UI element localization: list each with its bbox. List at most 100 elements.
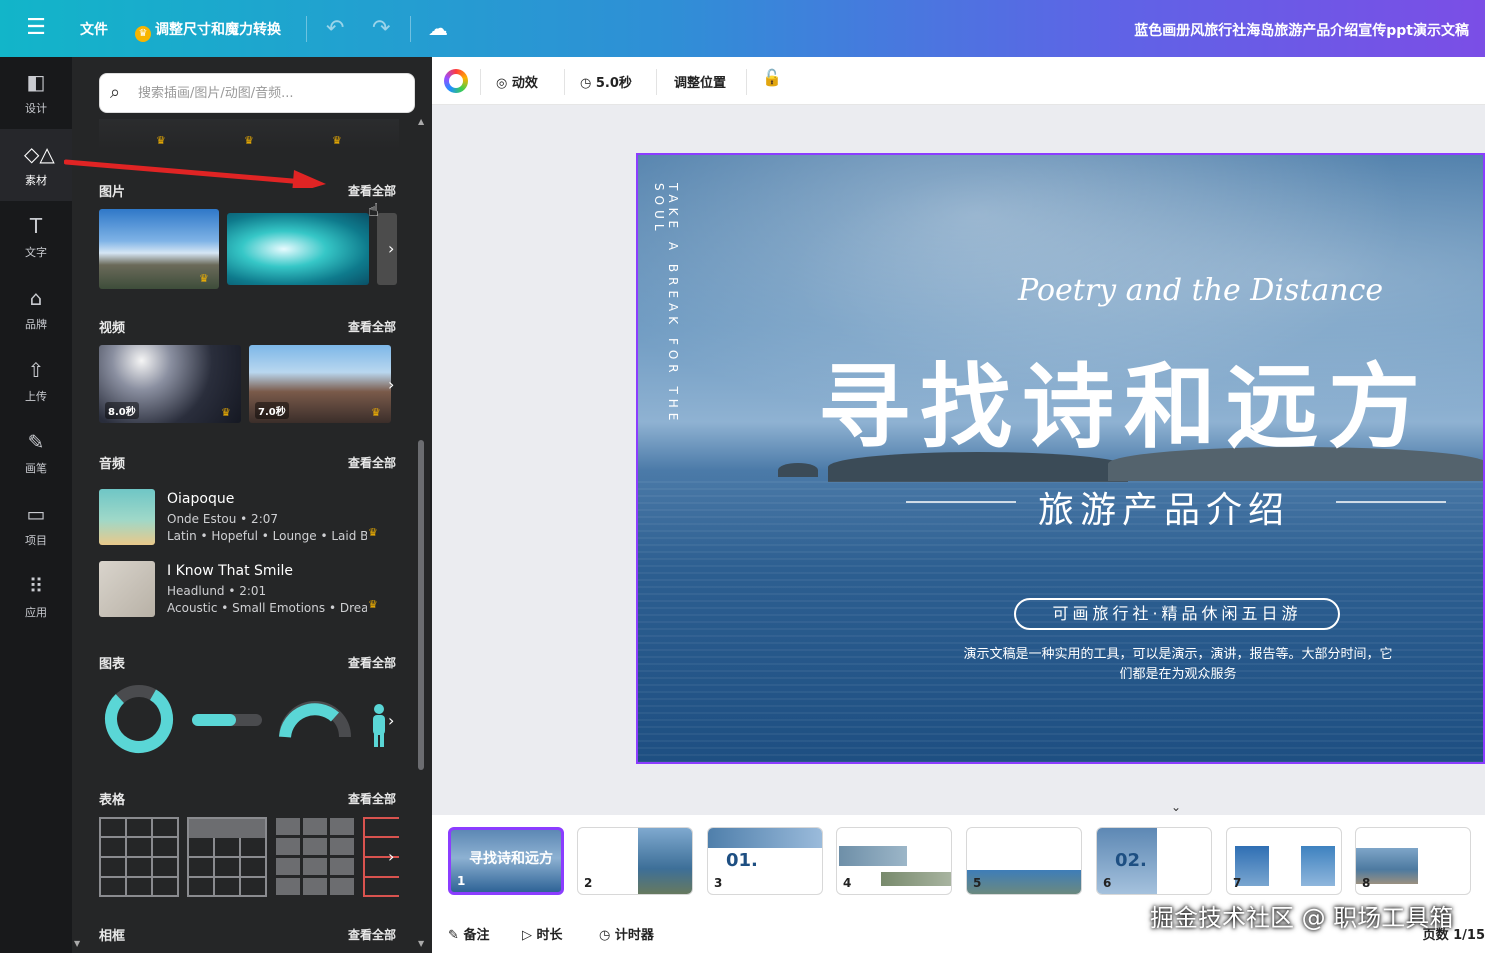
side-rail: ◧ 设计 ◇△ 素材 T 文字 ⌂ 品牌 ⇧ 上传 ✎ 画笔 ▭ 项目 ⠿ 应用	[0, 57, 72, 953]
apps-icon: ⠿	[28, 574, 44, 598]
script-title[interactable]: Poetry and the Distance	[1018, 273, 1383, 308]
rail-item-upload[interactable]: ⇧ 上传	[0, 345, 72, 417]
app-window: ☰ 文件 ♛ 调整尺寸和魔力转换 ↶ ↷ ☁ 蓝色画册风旅行社海岛旅游产品介绍宣传…	[0, 0, 1485, 953]
file-menu-button[interactable]: 文件	[80, 19, 108, 39]
video-thumbnail-pingpong[interactable]: 8.0秒 ♛	[99, 345, 241, 423]
see-all-charts-link[interactable]: 查看全部	[348, 654, 396, 671]
audio-tags: Acoustic • Small Emotions • Dream	[167, 601, 367, 615]
table-element-blocks[interactable]	[276, 818, 354, 895]
rail-label: 文字	[25, 246, 47, 259]
resize-button[interactable]: ♛ 调整尺寸和魔力转换	[135, 19, 281, 42]
play-icon: ▷	[522, 928, 532, 943]
rail-item-brand[interactable]: ⌂ 品牌	[0, 273, 72, 345]
page-thumbnail[interactable]: 4	[836, 827, 952, 895]
chevron-right-icon[interactable]: ›	[388, 847, 394, 866]
page-thumbnail[interactable]: 寻找诗和远方 1	[448, 827, 564, 895]
page-thumbnail[interactable]: 01. 3	[707, 827, 823, 895]
animate-label: 动效	[511, 76, 538, 91]
vertical-tagline[interactable]: TAKE A BREAK FOR THE SOUL	[652, 183, 680, 483]
scroll-down-icon[interactable]: ▼	[74, 939, 80, 948]
chevron-right-icon[interactable]: ›	[388, 711, 394, 730]
timer-button[interactable]: ◷ 计时器	[599, 924, 654, 943]
projects-icon: ▭	[26, 502, 46, 526]
duration-button[interactable]: ◷ 5.0秒	[580, 72, 632, 91]
search-icon: ⌕	[110, 82, 121, 103]
see-all-tables-link[interactable]: 查看全部	[348, 790, 396, 807]
video-thumbnail-street[interactable]: 7.0秒 ♛	[249, 345, 391, 423]
page-thumbnail[interactable]: 8	[1355, 827, 1471, 895]
rail-item-elements[interactable]: ◇△ 素材	[0, 129, 72, 201]
duration-footer-button[interactable]: ▷ 时长	[522, 924, 563, 943]
donut-chart-element[interactable]	[101, 681, 177, 757]
thumbnail-image	[1301, 846, 1335, 886]
audio-cover-smile[interactable]	[99, 561, 155, 617]
thumbnail-heading: 02.	[1115, 850, 1147, 871]
lock-icon[interactable]: 🔓	[762, 68, 782, 87]
boat-shape	[778, 463, 818, 477]
notes-button[interactable]: ✎ 备注	[448, 924, 489, 943]
notes-icon: ✎	[448, 928, 459, 943]
search-input[interactable]	[138, 82, 408, 104]
gauge-element[interactable]	[279, 701, 351, 738]
scroll-down-icon[interactable]: ▼	[418, 939, 424, 948]
see-all-frames-link[interactable]: 查看全部	[348, 926, 396, 943]
scroll-up-icon[interactable]: ▲	[418, 117, 424, 126]
redo-icon[interactable]: ↷	[372, 16, 390, 41]
pill-caption[interactable]: 可画旅行社·精品休闲五日游	[1014, 598, 1340, 630]
section-title-tables: 表格	[99, 793, 126, 808]
page-number: 4	[843, 876, 852, 890]
undo-icon[interactable]: ↶	[326, 16, 344, 41]
text-icon: T	[29, 214, 43, 238]
thumbnail-image	[839, 846, 907, 866]
divider	[564, 69, 565, 95]
cloud-save-icon[interactable]: ☁	[428, 16, 448, 40]
page-number: 7	[1233, 876, 1242, 890]
see-all-audio-link[interactable]: 查看全部	[348, 454, 396, 471]
see-all-videos-link[interactable]: 查看全部	[348, 318, 396, 335]
panel-scrollbar[interactable]	[418, 440, 424, 770]
subtitle[interactable]: 旅游产品介绍	[1038, 481, 1290, 533]
photo-thumbnail-surf[interactable]	[227, 213, 369, 285]
crown-icon: ♛	[156, 134, 166, 147]
timer-label: 计时器	[614, 928, 654, 943]
page-thumbnail[interactable]: 02. 6	[1096, 827, 1212, 895]
color-picker-icon[interactable]	[444, 69, 468, 93]
timer-icon: ◷	[599, 928, 611, 943]
progress-bar-element[interactable]	[192, 714, 262, 726]
slide-canvas[interactable]: TAKE A BREAK FOR THE SOUL Poetry and the…	[636, 153, 1485, 764]
table-element-grid[interactable]	[99, 817, 179, 897]
rail-item-draw[interactable]: ✎ 画笔	[0, 417, 72, 489]
slide-description[interactable]: 演示文稿是一种实用的工具，可以是演示，演讲，报告等。大部分时间，它们都是在为观众…	[958, 645, 1398, 685]
duration-footer-label: 时长	[536, 928, 563, 943]
page-number: 5	[973, 876, 982, 890]
main-title[interactable]: 寻找诗和远方	[818, 333, 1430, 466]
audio-title[interactable]: Oiapoque	[167, 491, 234, 507]
chevron-down-icon[interactable]: ⌄	[1166, 800, 1186, 816]
position-button[interactable]: 调整位置	[674, 72, 726, 91]
rail-item-text[interactable]: T 文字	[0, 201, 72, 273]
audio-title[interactable]: I Know That Smile	[167, 563, 293, 579]
photo-thumbnail-coast[interactable]: ♛	[99, 209, 219, 289]
page-count[interactable]: 页数 1/15	[1423, 924, 1485, 943]
watermark: 掘金技术社区 @ 职场工具箱	[1150, 904, 1454, 932]
rail-item-design[interactable]: ◧ 设计	[0, 57, 72, 129]
menu-icon[interactable]: ☰	[22, 16, 50, 40]
page-thumbnail[interactable]: 7	[1226, 827, 1342, 895]
document-title[interactable]: 蓝色画册风旅行社海岛旅游产品介绍宣传ppt演示文稿	[1134, 20, 1469, 40]
annotation-arrow	[64, 159, 326, 188]
table-element-header[interactable]	[187, 817, 267, 897]
chevron-right-icon[interactable]: ›	[388, 239, 394, 258]
person-icon[interactable]	[373, 704, 385, 747]
thumbnail-heading: 01.	[726, 850, 758, 871]
page-thumbnail[interactable]: 2	[577, 827, 693, 895]
animate-button[interactable]: ◎ 动效	[496, 72, 538, 91]
page-thumbnail[interactable]: 5	[966, 827, 1082, 895]
rail-label: 项目	[25, 534, 47, 547]
crown-icon: ♛	[332, 134, 342, 147]
chevron-right-icon[interactable]: ›	[388, 375, 394, 394]
rail-item-projects[interactable]: ▭ 项目	[0, 489, 72, 561]
audio-cover-oiapoque[interactable]	[99, 489, 155, 545]
see-all-photos-link[interactable]: 查看全部	[348, 182, 396, 199]
rail-item-apps[interactable]: ⠿ 应用	[0, 561, 72, 633]
search-box[interactable]: ⌕	[99, 73, 415, 113]
